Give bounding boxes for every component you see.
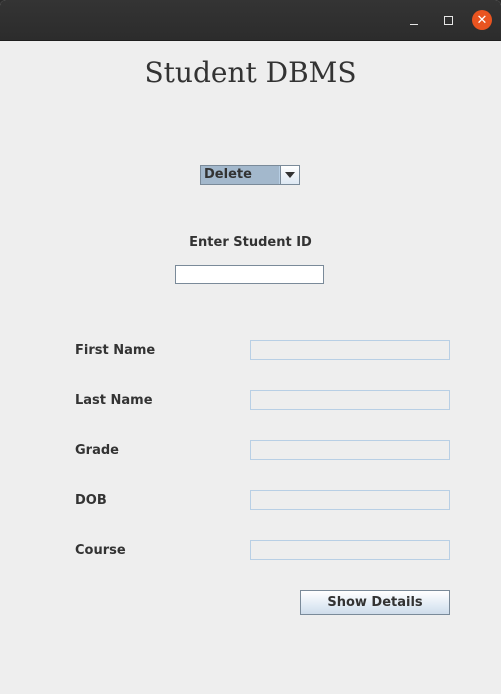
close-icon[interactable]: ✕ — [472, 10, 492, 30]
first-name-field[interactable] — [250, 340, 450, 360]
minimize-icon[interactable] — [404, 10, 424, 30]
app-window: ✕ Student DBMS Delete Enter Student ID F… — [0, 0, 501, 694]
student-id-label: Enter Student ID — [189, 235, 312, 250]
student-id-input[interactable] — [175, 265, 324, 284]
dob-field[interactable] — [250, 490, 450, 510]
operation-dropdown[interactable]: Delete — [200, 165, 300, 185]
course-label: Course — [75, 543, 126, 558]
operation-dropdown-value: Delete — [201, 166, 279, 184]
last-name-field[interactable] — [250, 390, 450, 410]
chevron-down-icon[interactable] — [280, 166, 299, 184]
title-bar[interactable]: ✕ — [0, 0, 501, 41]
dob-label: DOB — [75, 493, 107, 508]
grade-label: Grade — [75, 443, 119, 458]
show-details-button[interactable]: Show Details — [300, 590, 450, 615]
maximize-icon[interactable] — [438, 10, 458, 30]
grade-field[interactable] — [250, 440, 450, 460]
course-field[interactable] — [250, 540, 450, 560]
first-name-label: First Name — [75, 343, 156, 358]
page-title: Student DBMS — [144, 56, 357, 89]
last-name-label: Last Name — [75, 393, 153, 408]
